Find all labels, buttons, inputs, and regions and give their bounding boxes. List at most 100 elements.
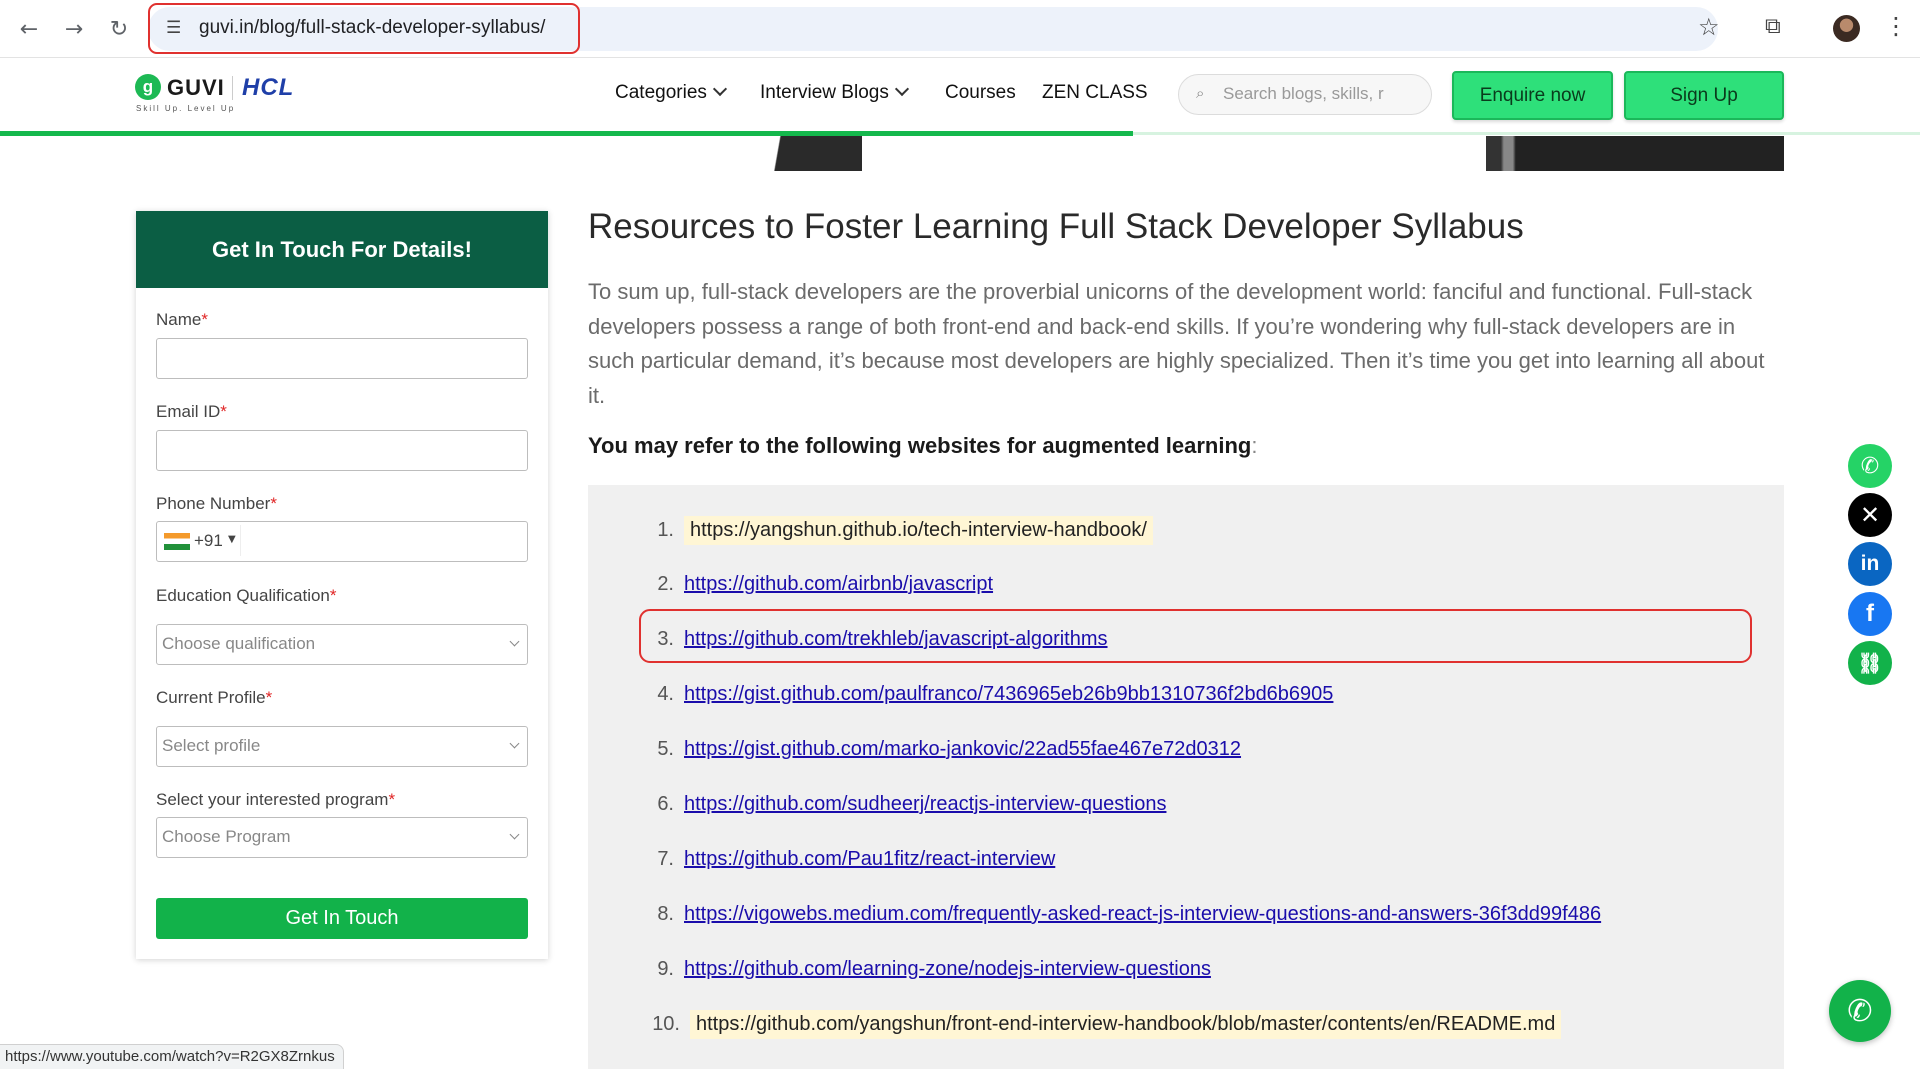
enquire-now-button[interactable]: Enquire now (1452, 71, 1613, 120)
reading-progress-bar (0, 131, 1133, 136)
list-number: 10. (652, 1013, 680, 1035)
list-number: 8. (657, 903, 674, 925)
nav-interview-blogs-label: Interview Blogs (760, 82, 889, 103)
nav-courses[interactable]: Courses (945, 82, 1016, 104)
hero-image-fragment (742, 136, 862, 171)
guvi-logo-icon[interactable]: g (135, 74, 161, 100)
nav-categories-label: Categories (615, 82, 707, 103)
guvi-logo-text[interactable]: GUVI (167, 75, 225, 101)
profile-select-value: Select profile (162, 736, 261, 755)
list-item: 6. https://github.com/sudheerj/reactjs-in… (648, 793, 1166, 816)
education-label-text: Education Qualification (156, 586, 330, 605)
email-field[interactable] (156, 430, 528, 471)
email-label: Email ID* (156, 402, 227, 422)
resource-link[interactable]: https://github.com/Pau1fitz/react-interv… (684, 848, 1055, 871)
extensions-icon[interactable]: ⧉ (1765, 14, 1791, 40)
nav-categories[interactable]: Categories (615, 81, 727, 104)
profile-label-text: Current Profile (156, 688, 266, 707)
profile-avatar[interactable] (1833, 15, 1860, 42)
resource-link[interactable]: https://github.com/learning-zone/nodejs-… (684, 958, 1211, 981)
status-bar-url: https://www.youtube.com/watch?v=R2GX8Zrn… (0, 1044, 344, 1069)
list-number: 2. (657, 573, 674, 595)
resource-link[interactable]: https://vigowebs.medium.com/frequently-a… (684, 903, 1601, 926)
get-in-touch-button[interactable]: Get In Touch (156, 898, 528, 939)
list-item: 3. https://github.com/trekhleb/javascript… (648, 628, 1108, 651)
nav-interview-blogs[interactable]: Interview Blogs (760, 81, 909, 104)
chevron-down-icon (712, 81, 727, 97)
hero-image-fragment (1486, 136, 1784, 171)
linkedin-share-icon[interactable]: in (1848, 542, 1892, 586)
phone-divider (240, 525, 241, 556)
search-icon: ⌕ (1196, 84, 1205, 102)
browser-menu-icon[interactable]: ⋮ (1884, 12, 1908, 40)
url-text[interactable]: guvi.in/blog/full-stack-developer-syllab… (199, 17, 545, 39)
list-item: 8. https://vigowebs.medium.com/frequently… (648, 903, 1601, 926)
logo-tagline: Skill Up. Level Up (136, 104, 236, 113)
article-lead-colon: : (1251, 433, 1258, 458)
name-label-text: Name (156, 310, 202, 329)
form-title: Get In Touch For Details! (136, 211, 548, 288)
list-item: 9. https://github.com/learning-zone/nodej… (648, 958, 1211, 981)
required-mark: * (220, 402, 227, 421)
list-number: 5. (657, 738, 674, 760)
link-text: https://yangshun.github.io/tech-intervie… (684, 516, 1153, 545)
name-label: Name* (156, 310, 208, 330)
india-flag-icon[interactable] (164, 533, 190, 550)
list-item: 4. https://gist.github.com/paulfranco/743… (648, 683, 1333, 706)
resource-link[interactable]: https://github.com/sudheerj/reactjs-inte… (684, 793, 1166, 816)
article-paragraph: To sum up, full-stack developers are the… (588, 279, 1765, 408)
link-text: https://github.com/yangshun/front-end-in… (690, 1010, 1562, 1039)
required-mark: * (270, 494, 277, 513)
education-label: Education Qualification* (156, 586, 337, 606)
list-number: 7. (657, 848, 674, 870)
list-item: 5. https://gist.github.com/marko-jankovic… (648, 738, 1241, 761)
call-chat-icon[interactable]: ✆ (1829, 980, 1891, 1042)
logo-divider (232, 76, 233, 100)
profile-label: Current Profile* (156, 688, 272, 708)
program-select-value: Choose Program (162, 827, 291, 846)
article-lead-text: You may refer to the following websites … (588, 433, 1252, 458)
x-share-icon[interactable]: ✕ (1848, 493, 1892, 537)
country-code[interactable]: +91 (194, 531, 223, 551)
reload-icon[interactable]: ↻ (104, 14, 134, 44)
list-item: 1. https://yangshun.github.io/tech-interv… (648, 516, 1153, 545)
copy-link-icon[interactable]: ⛓ (1848, 641, 1892, 685)
facebook-share-icon[interactable]: f (1848, 592, 1892, 636)
caret-down-icon[interactable]: ▼ (228, 534, 236, 545)
bookmark-star-icon[interactable]: ☆ (1698, 13, 1720, 41)
required-mark: * (201, 310, 208, 329)
list-number: 6. (657, 793, 674, 815)
program-label: Select your interested program* (156, 790, 395, 810)
hcl-logo-text[interactable]: HCL (242, 74, 294, 102)
back-icon[interactable]: ← (14, 14, 44, 44)
site-settings-icon[interactable]: ☰ (166, 18, 188, 40)
program-label-text: Select your interested program (156, 790, 389, 809)
list-number: 1. (657, 519, 674, 541)
list-item: 2. https://github.com/airbnb/javascript (648, 573, 993, 596)
list-number: 9. (657, 958, 674, 980)
resource-link[interactable]: https://github.com/airbnb/javascript (684, 573, 993, 596)
resource-link[interactable]: https://github.com/trekhleb/javascript-a… (684, 628, 1108, 651)
phone-label: Phone Number* (156, 494, 277, 514)
article-lead: You may refer to the following websites … (588, 433, 1257, 459)
phone-label-text: Phone Number (156, 494, 271, 513)
education-select-value: Choose qualification (162, 634, 316, 653)
sign-up-button[interactable]: Sign Up (1624, 71, 1784, 120)
list-item: 7. https://github.com/Pau1fitz/react-inte… (648, 848, 1055, 871)
forward-icon[interactable]: → (59, 14, 89, 44)
nav-zen-class[interactable]: ZEN CLASS (1042, 82, 1148, 104)
article-heading: Resources to Foster Learning Full Stack … (588, 207, 1524, 246)
required-mark: * (388, 790, 396, 809)
list-item: 10. https://github.com/yangshun/front-end… (648, 1010, 1562, 1039)
resource-link[interactable]: https://gist.github.com/marko-jankovic/2… (684, 738, 1241, 761)
name-field[interactable] (156, 338, 528, 379)
list-number: 4. (657, 683, 674, 705)
chevron-down-icon (894, 81, 909, 97)
required-mark: * (265, 688, 273, 707)
search-placeholder: Search blogs, skills, r (1223, 84, 1384, 103)
email-label-text: Email ID (156, 402, 221, 421)
resource-link[interactable]: https://gist.github.com/paulfranco/74369… (684, 683, 1333, 706)
list-number: 3. (657, 628, 674, 650)
required-mark: * (329, 586, 337, 605)
whatsapp-share-icon[interactable]: ✆ (1848, 444, 1892, 488)
